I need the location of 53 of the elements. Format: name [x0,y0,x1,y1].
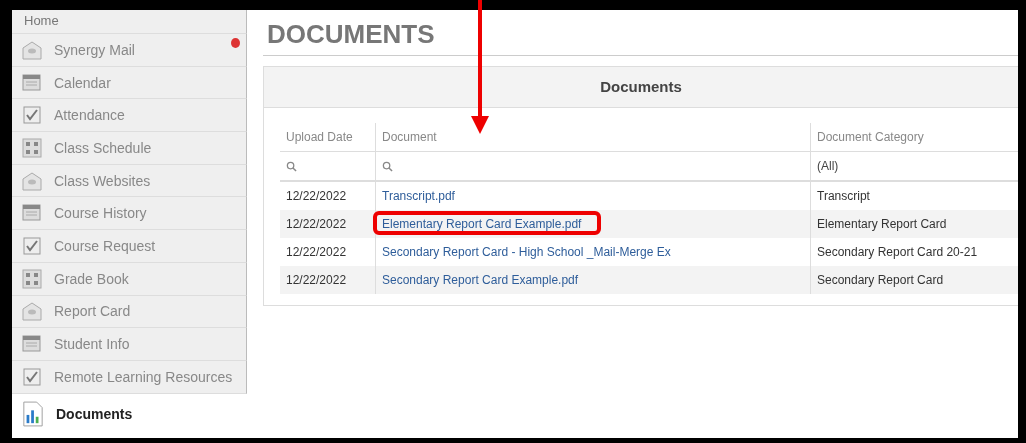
sidebar-header[interactable]: Home [12,10,247,34]
sidebar-item-label: Class Websites [54,172,151,189]
checkbox-icon [22,105,42,126]
category-cell: Elementary Report Card [810,210,1018,238]
sidebar-item-label: Grade Book [54,270,129,287]
sidebar-item[interactable]: Student Info [12,328,247,361]
grid-icon [22,137,42,158]
category-cell: Secondary Report Card [810,266,1018,294]
sidebar-item-label: Calendar [54,74,111,91]
calendar-icon [22,72,42,93]
sidebar-item-label: Attendance [54,107,125,124]
filter-dropdown[interactable]: (All) [810,152,1018,180]
sidebar-item[interactable]: Grade Book [12,262,247,296]
grid-icon [22,268,42,289]
sidebar-item-label: Remote Learning Resources [54,368,233,385]
panel-header: Documents [264,67,1018,108]
sidebar-item-label: Documents [56,405,133,422]
sidebar-item[interactable]: Attendance [12,99,247,133]
sidebar-item[interactable]: Calendar [12,66,247,100]
document-link[interactable]: Secondary Report Card - High School _Mail-Merge Ex [382,245,671,259]
envelope-icon [22,39,42,60]
calendar-icon [22,334,42,355]
sidebar-item[interactable]: Report Card [12,295,247,329]
sidebar-item-label: Course Request [54,237,156,254]
sidebar-item-label: Course History [54,205,147,222]
envelope-icon [22,301,42,322]
bar-chart-document-icon [22,400,44,427]
sidebar-item-label: Synergy Mail [54,41,135,58]
calendar-icon [22,203,42,224]
sidebar-item[interactable]: Course History [12,197,247,231]
date-cell-text: 12/22/2022 [285,216,348,233]
sidebar-item[interactable]: Class Websites [12,164,247,198]
document-link[interactable]: Secondary Report Card Example.pdf [382,273,579,287]
date-cell-text: 12/22/2022 [285,188,348,205]
date-cell-text: 12/22/2022 [285,244,348,261]
checkbox-icon [22,366,42,387]
sidebar-item[interactable]: Remote Learning Resources [12,360,247,394]
page-title: DOCUMENTS [263,10,1018,56]
column-header[interactable]: Document Category [810,123,1018,151]
sidebar-item[interactable]: Synergy Mail [12,34,247,67]
sidebar-item[interactable]: Course Request [12,230,247,263]
document-link[interactable]: Transcript.pdf [382,189,455,203]
checkbox-icon [22,235,42,256]
search-icon [286,160,297,172]
envelope-icon [22,170,42,191]
date-cell-text: 12/22/2022 [285,272,348,289]
sidebar-item-label: Student Info [54,336,130,353]
document-link[interactable]: Elementary Report Card Example.pdf [382,217,582,231]
sidebar-item[interactable]: Class Schedule [12,132,247,165]
column-header[interactable]: Upload Date [280,123,375,151]
search-icon [382,160,393,172]
sidebar-item-label: Report Card [54,303,131,320]
sidebar-item-label: Class Schedule [54,139,152,156]
